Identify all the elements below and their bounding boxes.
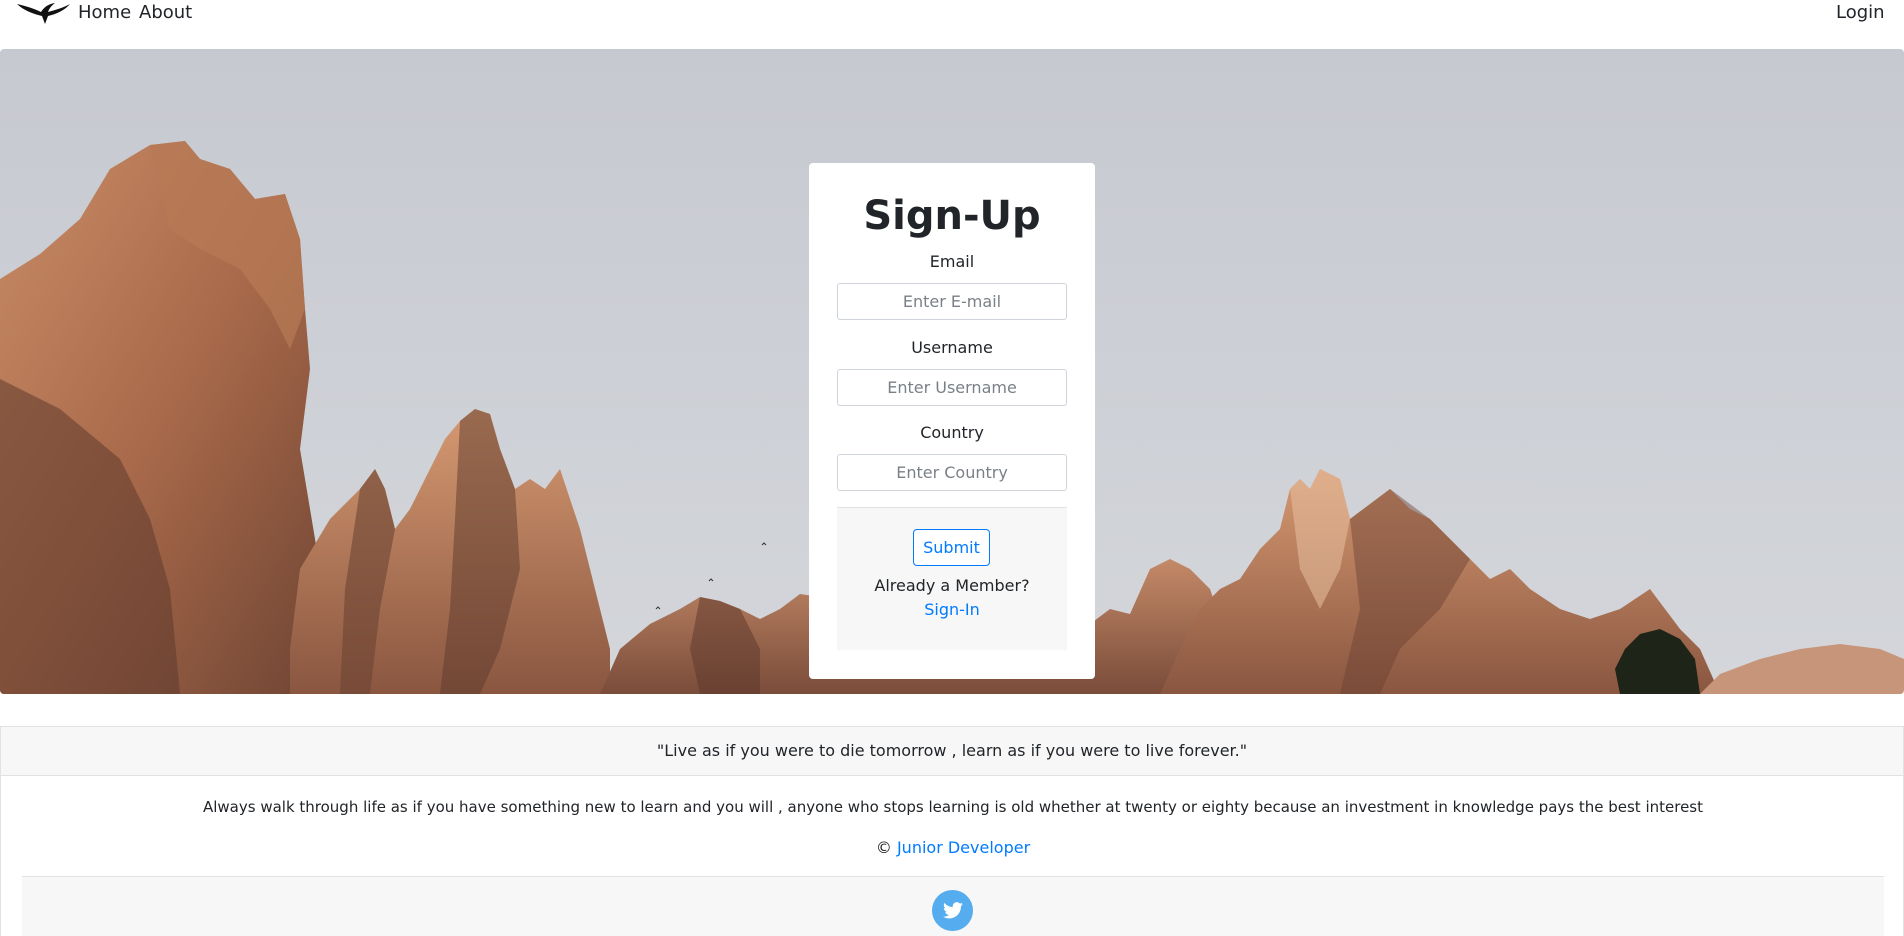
- signup-card: Sign-Up Email Username Country Submit Al…: [809, 163, 1095, 679]
- signup-title: Sign-Up: [863, 193, 1041, 239]
- username-input[interactable]: [837, 369, 1067, 406]
- already-member-text: Already a Member?: [874, 576, 1030, 595]
- eagle-icon[interactable]: [15, 0, 71, 26]
- email-label: Email: [929, 252, 975, 271]
- username-label: Username: [911, 338, 993, 357]
- footer: Always walk through life as if you have …: [0, 776, 1904, 936]
- submit-button[interactable]: Submit: [913, 529, 990, 566]
- nav-about-link[interactable]: About: [139, 2, 192, 23]
- twitter-icon: [942, 902, 963, 919]
- nav-login-link[interactable]: Login: [1836, 2, 1885, 23]
- social-bar: [22, 876, 1884, 936]
- signin-link[interactable]: Sign-In: [837, 600, 1067, 619]
- signup-card-footer: Submit Already a Member? Sign-In: [837, 507, 1067, 650]
- twitter-button[interactable]: [932, 890, 973, 931]
- footer-text: Always walk through life as if you have …: [202, 798, 1704, 816]
- copyright: © Junior Developer: [1, 838, 1904, 857]
- hero-background: Sign-Up Email Username Country Submit Al…: [0, 49, 1904, 694]
- quote-text: "Live as if you were to die tomorrow , l…: [656, 741, 1248, 760]
- nav-home-link[interactable]: Home: [78, 2, 131, 23]
- author-link[interactable]: Junior Developer: [897, 838, 1030, 857]
- navbar: Home About Login: [0, 0, 1904, 49]
- country-input[interactable]: [837, 454, 1067, 491]
- email-input[interactable]: [837, 283, 1067, 320]
- copyright-symbol: ©: [875, 838, 892, 857]
- country-label: Country: [920, 423, 984, 442]
- quote-bar: "Live as if you were to die tomorrow , l…: [0, 726, 1904, 776]
